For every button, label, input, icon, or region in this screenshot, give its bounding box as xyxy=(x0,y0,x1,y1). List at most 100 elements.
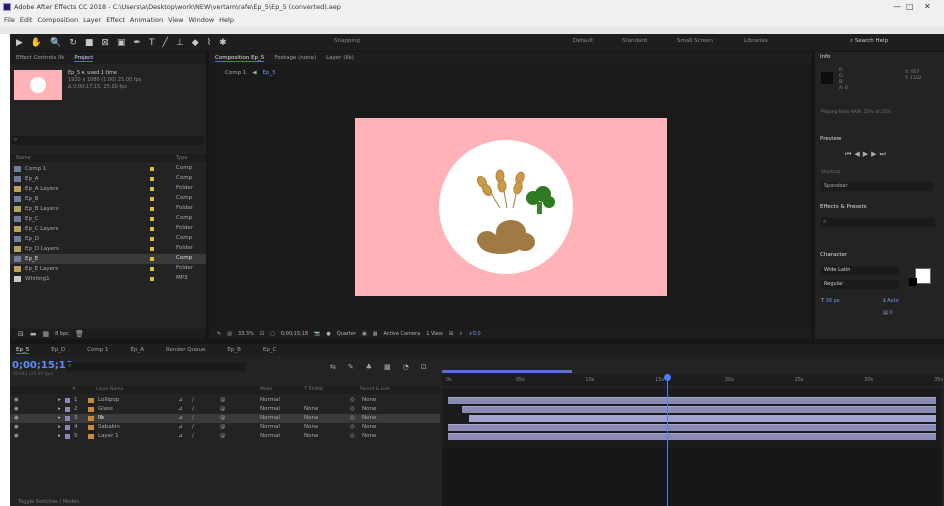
new-folder-icon[interactable]: ▬ xyxy=(30,330,37,338)
project-item[interactable]: Whiting1 MP3 xyxy=(10,274,206,284)
project-item[interactable]: Ep_A Layers Folder xyxy=(10,184,206,194)
menu-file[interactable]: File xyxy=(4,16,15,24)
new-comp-icon[interactable]: ▦ xyxy=(43,330,50,338)
hand-tool-icon[interactable]: ✋ xyxy=(31,38,42,48)
resolution-dropdown[interactable]: Quarter xyxy=(337,331,356,337)
menu-help[interactable]: Help xyxy=(219,16,234,24)
project-item[interactable]: Ep_B Layers Folder xyxy=(10,204,206,214)
roi-icon[interactable]: ▣ xyxy=(362,331,367,337)
project-item-selected[interactable]: Ep_E Comp xyxy=(10,254,206,264)
project-search-input[interactable]: ⌕ xyxy=(12,136,204,145)
pan-behind-tool-icon[interactable]: ⊠ xyxy=(101,38,109,48)
last-frame-icon[interactable]: ⏭ xyxy=(879,150,888,158)
snapshot-icon[interactable]: 📷 xyxy=(314,331,320,337)
color-channel-icon[interactable]: ● xyxy=(326,331,330,337)
font-style-dropdown[interactable]: Regular xyxy=(821,280,899,289)
tab-effect-controls[interactable]: Effect Controls Ilk xyxy=(16,55,64,61)
tab-timeline-comp1[interactable]: Comp 1 xyxy=(87,347,108,353)
blend-mode-dropdown[interactable]: Normal xyxy=(260,433,280,439)
label-color-swatch[interactable] xyxy=(65,425,70,430)
quality-switch-icon[interactable]: / xyxy=(192,415,194,421)
workspace-small-screen[interactable]: Small Screen xyxy=(677,38,713,44)
menu-edit[interactable]: Edit xyxy=(20,16,33,24)
brush-tool-icon[interactable]: ╱ xyxy=(163,38,168,48)
tab-timeline-epa[interactable]: Ep_A xyxy=(130,347,143,353)
work-area-bar[interactable] xyxy=(442,370,572,373)
camera-dropdown[interactable]: Active Camera xyxy=(384,331,421,337)
blend-mode-dropdown[interactable]: Normal xyxy=(260,406,280,412)
tab-footage[interactable]: Footage (none) xyxy=(274,55,316,61)
parent-dropdown[interactable]: None xyxy=(362,406,376,412)
twirl-icon[interactable]: ▸ xyxy=(58,424,61,430)
close-button[interactable]: ✕ xyxy=(924,2,931,11)
project-item[interactable]: Comp 1 Comp xyxy=(10,164,206,174)
project-item[interactable]: Ep_A Comp xyxy=(10,174,206,184)
layer-duration-bar[interactable] xyxy=(461,406,936,413)
tab-timeline-epd[interactable]: Ep_D xyxy=(51,347,65,353)
pickwhip-icon[interactable]: ◎ xyxy=(350,424,355,430)
tracking-field[interactable]: ▤ 0 xyxy=(883,310,893,316)
visibility-eye-icon[interactable]: ◉ xyxy=(14,415,19,421)
zoom-tool-icon[interactable]: 🔍 xyxy=(50,38,61,48)
rotate-tool-icon[interactable]: ↻ xyxy=(69,38,77,48)
maximize-button[interactable]: □ xyxy=(906,2,914,11)
zoom-dropdown[interactable]: 33.3% xyxy=(238,331,254,337)
trkmat-dropdown[interactable]: None xyxy=(304,415,318,421)
workspace-default[interactable]: Default xyxy=(573,38,593,44)
pickwhip-icon[interactable]: ◎ xyxy=(350,397,355,403)
layer-duration-bar[interactable] xyxy=(448,424,936,431)
menu-window[interactable]: Window xyxy=(189,16,215,24)
timeline-layer-row[interactable]: ◉ ▸ 2 Glass ⊿ / @ Normal None ◎ None xyxy=(10,405,440,414)
comp-flowchart-icon[interactable]: ⇆ xyxy=(330,363,336,371)
trash-icon[interactable]: 🗑 xyxy=(75,330,84,338)
graph-editor-icon[interactable]: ⊡ xyxy=(421,363,427,371)
visibility-eye-icon[interactable]: ◉ xyxy=(14,406,19,412)
project-item[interactable]: Ep_C Comp xyxy=(10,214,206,224)
blend-mode-dropdown[interactable]: Normal xyxy=(260,415,280,421)
pickwhip-icon[interactable]: ◎ xyxy=(350,433,355,439)
shy-layers-icon[interactable]: ♣ xyxy=(366,363,372,371)
snapping-toggle[interactable]: Snapping xyxy=(334,38,360,44)
menu-composition[interactable]: Composition xyxy=(37,16,78,24)
menu-layer[interactable]: Layer xyxy=(83,16,101,24)
quality-switch-icon[interactable]: / xyxy=(192,406,194,412)
layer-duration-bar[interactable] xyxy=(448,397,936,404)
column-type[interactable]: Type xyxy=(176,155,187,161)
column-layer-name[interactable]: Layer Name xyxy=(96,387,123,392)
twirl-icon[interactable]: ▸ xyxy=(58,415,61,421)
leading-field[interactable]: ‡ Auto xyxy=(883,298,899,304)
shortcut-dropdown[interactable]: Spacebar xyxy=(821,182,933,191)
parent-link-icon[interactable]: @ xyxy=(220,433,226,439)
eraser-tool-icon[interactable]: ◆ xyxy=(192,38,199,48)
layer-name[interactable]: Lollipop xyxy=(98,397,119,403)
shy-switch-icon[interactable]: ⊿ xyxy=(178,406,183,412)
blend-mode-dropdown[interactable]: Normal xyxy=(260,397,280,403)
timeline-layer-row[interactable]: ◉ ▸ 5 Layer 1 ⊿ / @ Normal None ◎ None xyxy=(10,432,440,441)
trkmat-dropdown[interactable]: None xyxy=(304,433,318,439)
project-item[interactable]: Ep_D Layers Folder xyxy=(10,244,206,254)
selection-tool-icon[interactable]: ▶ xyxy=(16,38,23,48)
tab-timeline-epb[interactable]: Ep_B xyxy=(227,347,241,353)
timeline-layer-row[interactable]: ◉ ▸ 3 Ilk ⊿ / @ Normal None ◎ None xyxy=(10,414,440,423)
viewer-timecode[interactable]: 0;00;15;18 xyxy=(281,331,308,337)
parent-link-icon[interactable]: @ xyxy=(220,406,226,412)
tab-layer[interactable]: Layer (Ilk) xyxy=(326,55,354,61)
play-icon[interactable]: ▶ xyxy=(863,150,871,158)
view-layout-dropdown[interactable]: 1 View xyxy=(426,331,443,337)
label-color-swatch[interactable] xyxy=(65,434,70,439)
timeline-layer-row[interactable]: ◉ ▸ 4 Sabakin ⊿ / @ Normal None ◎ None xyxy=(10,423,440,432)
quality-switch-icon[interactable]: / xyxy=(192,397,194,403)
draft-3d-icon[interactable]: ✎ xyxy=(348,363,354,371)
safe-margins-icon[interactable]: ⊡ xyxy=(260,331,264,337)
tab-project[interactable]: Project xyxy=(74,55,94,62)
breadcrumb-ep5[interactable]: Ep_5 xyxy=(263,70,276,76)
visibility-eye-icon[interactable]: ◉ xyxy=(14,397,19,403)
bpc-toggle[interactable]: 8 bpc xyxy=(55,331,69,337)
minimize-button[interactable]: — xyxy=(893,2,901,11)
quality-switch-icon[interactable]: / xyxy=(192,424,194,430)
workspace-libraries[interactable]: Libraries xyxy=(744,38,768,44)
twirl-icon[interactable]: ▸ xyxy=(58,397,61,403)
effects-search-input[interactable]: ⌕ xyxy=(821,218,935,227)
parent-dropdown[interactable]: None xyxy=(362,397,376,403)
roto-tool-icon[interactable]: ⌇ xyxy=(207,38,211,48)
